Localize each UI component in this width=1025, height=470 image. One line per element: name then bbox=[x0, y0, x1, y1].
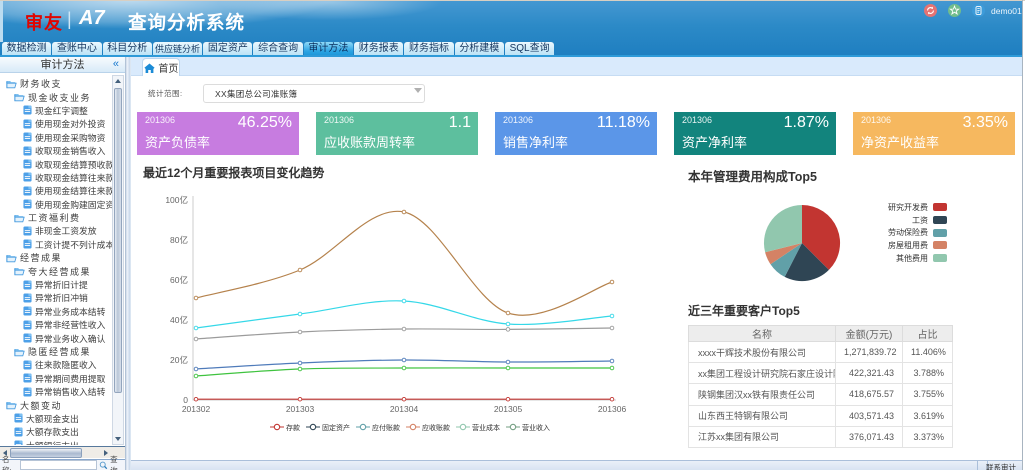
svg-text:201304: 201304 bbox=[390, 404, 419, 414]
svg-text:营业收入: 营业收入 bbox=[522, 423, 550, 432]
svg-text:应付账款: 应付账款 bbox=[372, 423, 400, 432]
svg-text:201303: 201303 bbox=[286, 404, 315, 414]
svg-text:80亿: 80亿 bbox=[170, 235, 188, 245]
svg-text:20亿: 20亿 bbox=[170, 355, 188, 365]
svg-text:100亿: 100亿 bbox=[165, 195, 188, 205]
svg-text:201305: 201305 bbox=[494, 404, 523, 414]
svg-text:40亿: 40亿 bbox=[170, 315, 188, 325]
svg-text:固定资产: 固定资产 bbox=[322, 423, 350, 432]
svg-text:营业成本: 营业成本 bbox=[472, 423, 500, 432]
svg-text:应收账款: 应收账款 bbox=[422, 423, 450, 432]
svg-text:60亿: 60亿 bbox=[170, 275, 188, 285]
svg-text:201302: 201302 bbox=[182, 404, 211, 414]
svg-text:存款: 存款 bbox=[286, 423, 300, 432]
svg-text:201306: 201306 bbox=[598, 404, 627, 414]
